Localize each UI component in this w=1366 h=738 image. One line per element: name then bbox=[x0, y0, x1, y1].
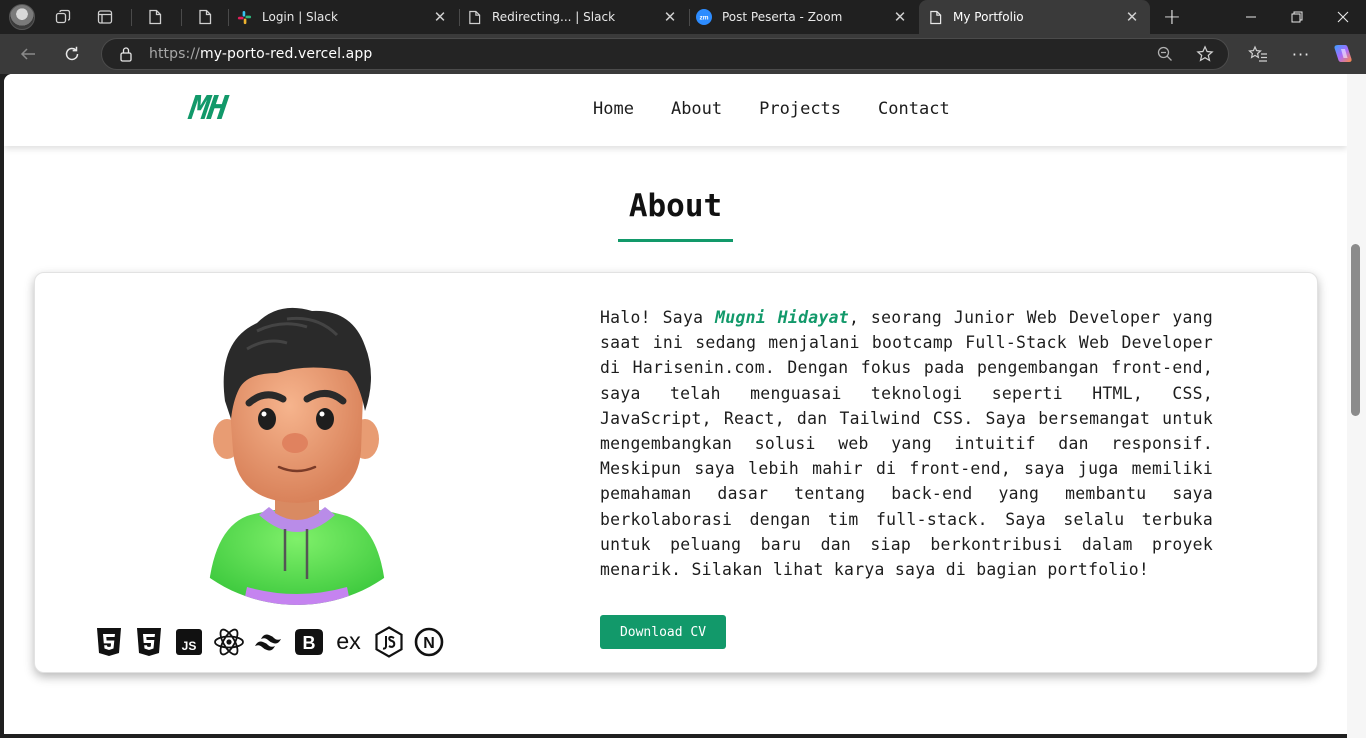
more-options-icon[interactable]: ··· bbox=[1289, 42, 1313, 66]
pinned-tab-2[interactable] bbox=[196, 8, 214, 26]
page-viewport: MH Home About Projects Contact About JS … bbox=[4, 74, 1347, 734]
slack-icon bbox=[236, 9, 252, 25]
bootstrap-icon: B bbox=[292, 625, 325, 658]
zoom-out-icon[interactable] bbox=[1157, 46, 1173, 66]
pinned-tab-1[interactable] bbox=[146, 8, 164, 26]
zoom-icon: zm bbox=[696, 9, 712, 25]
url-host: my-porto-red.vercel.app bbox=[199, 46, 373, 62]
site-navbar: MH Home About Projects Contact bbox=[4, 74, 1347, 146]
refresh-icon[interactable] bbox=[60, 42, 84, 66]
close-tab-icon[interactable]: ✕ bbox=[1124, 9, 1140, 25]
browser-tab-bar: Login | Slack ✕ Redirecting... | Slack ✕… bbox=[0, 0, 1366, 34]
back-icon[interactable] bbox=[16, 42, 40, 66]
avatar-illustration bbox=[207, 307, 387, 605]
bootstrap-text: B bbox=[302, 633, 315, 653]
nextjs-icon: N bbox=[412, 625, 445, 658]
nodejs-icon bbox=[372, 625, 405, 658]
copilot-icon[interactable] bbox=[1331, 42, 1355, 66]
about-bio: Halo! Saya Mugni Hidayat, seorang Junior… bbox=[600, 305, 1213, 582]
favorite-star-icon[interactable] bbox=[1196, 45, 1214, 67]
new-tab-icon[interactable]: + bbox=[1150, 0, 1194, 34]
close-tab-icon[interactable]: ✕ bbox=[432, 9, 448, 25]
tab-title: Post Peserta - Zoom bbox=[722, 10, 843, 24]
react-icon bbox=[212, 625, 245, 658]
javascript-icon: JS bbox=[172, 625, 205, 658]
bio-intro: Halo! Saya bbox=[600, 308, 716, 327]
bio-text: , seorang Junior Web Developer yang saat… bbox=[600, 308, 1213, 580]
tab-title: Redirecting... | Slack bbox=[492, 10, 616, 24]
tab-my-portfolio[interactable]: My Portfolio ✕ bbox=[919, 0, 1150, 34]
tab-zoom[interactable]: zm Post Peserta - Zoom ✕ bbox=[696, 0, 918, 34]
minimize-icon[interactable] bbox=[1228, 0, 1274, 34]
html5-icon bbox=[92, 625, 125, 658]
site-menu: Home About Projects Contact bbox=[593, 99, 950, 119]
lock-icon[interactable] bbox=[119, 46, 133, 66]
address-bar[interactable]: https://my-porto-red.vercel.app bbox=[101, 38, 1229, 70]
nav-home[interactable]: Home bbox=[593, 99, 634, 119]
nav-about[interactable]: About bbox=[671, 99, 722, 119]
next-text: N bbox=[423, 635, 435, 652]
css3-icon bbox=[132, 625, 165, 658]
author-name: Mugni Hidayat bbox=[715, 308, 849, 327]
svg-text:zm: zm bbox=[699, 15, 708, 22]
workspaces-icon[interactable] bbox=[54, 8, 72, 26]
scrollbar-thumb[interactable] bbox=[1351, 244, 1360, 416]
close-window-icon[interactable] bbox=[1320, 0, 1366, 34]
about-card: JS B ex N Halo! Saya Mugni Hidayat, seor… bbox=[34, 272, 1318, 673]
profile-avatar[interactable] bbox=[9, 4, 35, 30]
tab-actions-icon[interactable] bbox=[96, 8, 114, 26]
tab-title: Login | Slack bbox=[262, 10, 338, 24]
page-icon bbox=[466, 9, 482, 25]
close-tab-icon[interactable]: ✕ bbox=[892, 9, 908, 25]
nav-projects[interactable]: Projects bbox=[759, 99, 841, 119]
js-text: JS bbox=[181, 639, 196, 653]
title-underline bbox=[618, 239, 733, 242]
tab-slack-login[interactable]: Login | Slack ✕ bbox=[236, 0, 458, 34]
address-toolbar: https://my-porto-red.vercel.app ··· bbox=[0, 34, 1366, 74]
tab-slack-redirecting[interactable]: Redirecting... | Slack ✕ bbox=[466, 0, 688, 34]
express-icon: ex bbox=[332, 625, 365, 658]
page-icon bbox=[927, 9, 943, 25]
favorites-icon[interactable] bbox=[1246, 42, 1270, 66]
tailwind-icon bbox=[252, 625, 285, 658]
tech-stack-icons: JS B ex N bbox=[92, 625, 445, 658]
about-title: About bbox=[628, 188, 723, 224]
close-tab-icon[interactable]: ✕ bbox=[662, 9, 678, 25]
restore-icon[interactable] bbox=[1274, 0, 1320, 34]
nav-contact[interactable]: Contact bbox=[878, 99, 950, 119]
url-text[interactable]: https://my-porto-red.vercel.app bbox=[149, 46, 372, 62]
tab-title: My Portfolio bbox=[953, 10, 1024, 24]
download-cv-button[interactable]: Download CV bbox=[600, 615, 726, 649]
url-scheme: https:// bbox=[149, 46, 200, 62]
express-text: ex bbox=[336, 628, 361, 654]
site-logo[interactable]: MH bbox=[187, 88, 228, 127]
